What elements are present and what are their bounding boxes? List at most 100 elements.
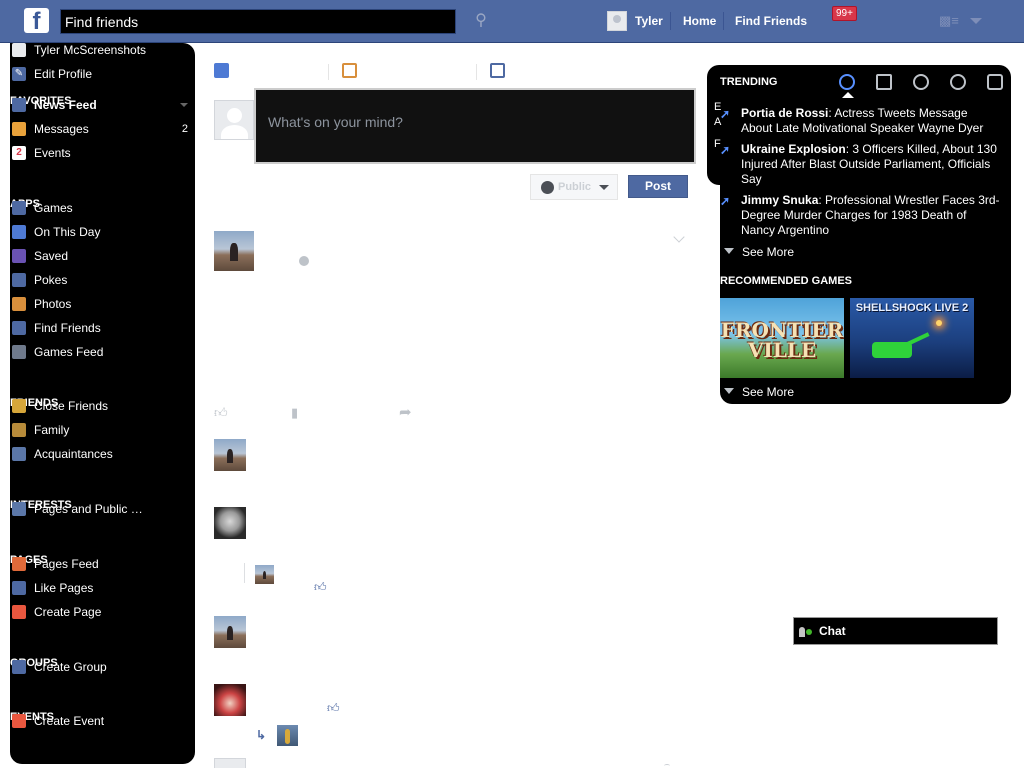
pokes-icon xyxy=(12,273,26,287)
facebook-logo-icon[interactable]: f xyxy=(24,8,49,33)
sidebar-item-photos[interactable]: Photos xyxy=(10,294,195,314)
sidebar-item-create-page[interactable]: Create Page xyxy=(10,602,195,622)
sidebar-item-label: Close Friends xyxy=(34,399,109,413)
trending-item[interactable]: ➚ Jimmy Snuka: Professional Wrestler Fac… xyxy=(720,193,1000,238)
home-link[interactable]: Home xyxy=(683,14,716,28)
comment-avatar[interactable] xyxy=(214,684,246,716)
divider xyxy=(723,12,724,30)
sidebar-item-news-feed[interactable]: News Feed xyxy=(10,95,195,115)
science-tab-icon[interactable] xyxy=(913,74,929,90)
pages-feed-icon xyxy=(12,557,26,571)
see-more-label: See More xyxy=(742,245,795,259)
avatar xyxy=(607,11,627,31)
divider xyxy=(328,64,329,80)
sidebar-item-create-event[interactable]: Create Event xyxy=(10,711,195,731)
sidebar-item-label: Find Friends xyxy=(34,321,101,335)
game-tile-frontierville[interactable]: FRONTIER VILLE xyxy=(720,298,844,378)
privacy-selector[interactable]: Public xyxy=(530,174,618,200)
reply-indent-line xyxy=(244,563,245,583)
trending-arrow-icon: ➚ xyxy=(720,107,731,121)
sidebar-item-acquaintances[interactable]: Acquaintances xyxy=(10,444,195,464)
sidebar-item-messages[interactable]: Messages 2 xyxy=(10,119,195,139)
sidebar-item-games[interactable]: Games xyxy=(10,198,195,218)
find-friends-link[interactable]: Find Friends xyxy=(735,14,807,28)
recommended-games-title: RECOMMENDED GAMES xyxy=(720,275,853,287)
trending-item[interactable]: ➚ Portia de Rossi: Actress Tweets Messag… xyxy=(720,106,1000,136)
divider xyxy=(670,12,671,30)
news-feed-options-icon[interactable] xyxy=(180,103,188,107)
avatar xyxy=(12,43,26,57)
reply-avatar[interactable] xyxy=(255,565,274,584)
sidebar-item-label: Pages Feed xyxy=(34,557,99,571)
chat-status-icon xyxy=(799,625,813,637)
sidebar-item-like-pages[interactable]: Like Pages xyxy=(10,578,195,598)
trending-topic[interactable]: Jimmy Snuka xyxy=(741,193,818,207)
trending-see-more[interactable]: See More xyxy=(724,245,794,259)
comment-avatar[interactable] xyxy=(214,507,246,539)
sports-tab-icon[interactable] xyxy=(950,74,966,90)
sidebar-item-pokes[interactable]: Pokes xyxy=(10,270,195,290)
chat-bar[interactable]: Chat xyxy=(793,617,998,645)
sidebar-item-find-friends[interactable]: Find Friends xyxy=(10,318,195,338)
games-icon xyxy=(12,201,26,215)
like-icon[interactable]: 👍︎ xyxy=(214,405,228,421)
events-icon: 2 xyxy=(12,146,26,160)
sidebar-item-pages-feed[interactable]: Pages Feed xyxy=(10,554,195,574)
search-input[interactable]: Find friends xyxy=(60,9,456,34)
sidebar-item-saved[interactable]: Saved xyxy=(10,246,195,266)
sidebar-item-label: Family xyxy=(34,423,70,437)
find-friends-icon xyxy=(12,321,26,335)
game-tile-shellshock[interactable]: SHELLSHOCK LIVE 2 xyxy=(850,298,974,378)
sidebar-profile[interactable]: Tyler McScreenshots xyxy=(10,43,195,60)
sidebar-item-create-group[interactable]: Create Group xyxy=(10,657,195,677)
create-album-icon[interactable] xyxy=(490,63,505,78)
sidebar-item-family[interactable]: Family xyxy=(10,420,195,440)
avatar xyxy=(214,758,246,768)
like-pages-icon xyxy=(12,581,26,595)
update-status-icon[interactable] xyxy=(214,63,229,78)
sidebar-item-label: Photos xyxy=(34,297,72,311)
trending-topic[interactable]: Ukraine Explosion xyxy=(741,142,846,156)
sidebar-item-label: News Feed xyxy=(34,98,97,112)
trending-item[interactable]: ➚ Ukraine Explosion: 3 Officers Killed, … xyxy=(720,142,1000,187)
sidebar-item-on-this-day[interactable]: On This Day xyxy=(10,222,195,242)
share-icon[interactable]: ➦ xyxy=(399,403,412,421)
trending-topic[interactable]: Portia de Rossi xyxy=(741,106,828,120)
comment-avatar[interactable] xyxy=(214,439,246,471)
friend-requests-icon[interactable]: ▩≡ xyxy=(939,13,959,29)
notifications-badge[interactable]: 99+ xyxy=(832,6,857,21)
like-icon[interactable]: 👍︎ xyxy=(314,580,327,595)
entertainment-tab-icon[interactable] xyxy=(987,74,1003,90)
search-icon[interactable]: ⚲ xyxy=(470,10,492,32)
profile-link[interactable]: Tyler xyxy=(607,10,663,32)
story-avatar[interactable] xyxy=(214,231,254,271)
tank-graphic xyxy=(872,342,912,358)
sidebar-item-close-friends[interactable]: Close Friends xyxy=(10,396,195,416)
games-see-more[interactable]: See More xyxy=(724,385,794,399)
comment-avatar[interactable] xyxy=(214,616,246,648)
comment-icon[interactable]: ▮ xyxy=(291,405,298,421)
story-options-icon[interactable] xyxy=(673,231,685,243)
sidebar-item-events[interactable]: 2 Events xyxy=(10,143,195,163)
create-event-icon xyxy=(12,714,26,728)
active-tab-indicator xyxy=(842,92,854,98)
politics-tab-icon[interactable] xyxy=(876,74,892,90)
reply-avatar[interactable] xyxy=(277,725,298,746)
pages-public-icon xyxy=(12,502,26,516)
chevron-down-icon[interactable] xyxy=(970,18,982,24)
top-trends-tab-icon[interactable] xyxy=(839,74,855,90)
news-feed-icon xyxy=(12,98,26,112)
sidebar-item-edit-profile[interactable]: ✎ Edit Profile xyxy=(10,64,195,84)
sidebar-item-pages-public[interactable]: Pages and Public … xyxy=(10,499,195,519)
like-icon[interactable]: 👍︎ xyxy=(327,701,340,716)
post-button[interactable]: Post xyxy=(628,175,688,198)
sidebar-item-label: Like Pages xyxy=(34,581,94,595)
games-feed-icon xyxy=(12,345,26,359)
sidebar-item-games-feed[interactable]: Games Feed xyxy=(10,342,195,362)
status-input[interactable]: What's on your mind? xyxy=(254,88,696,164)
add-photo-icon[interactable] xyxy=(342,63,357,78)
story-options-icon[interactable] xyxy=(664,764,670,768)
create-page-icon xyxy=(12,605,26,619)
chat-label: Chat xyxy=(819,624,846,638)
top-bar: f Find friends ⚲ Tyler Home Find Friends… xyxy=(0,0,1024,43)
